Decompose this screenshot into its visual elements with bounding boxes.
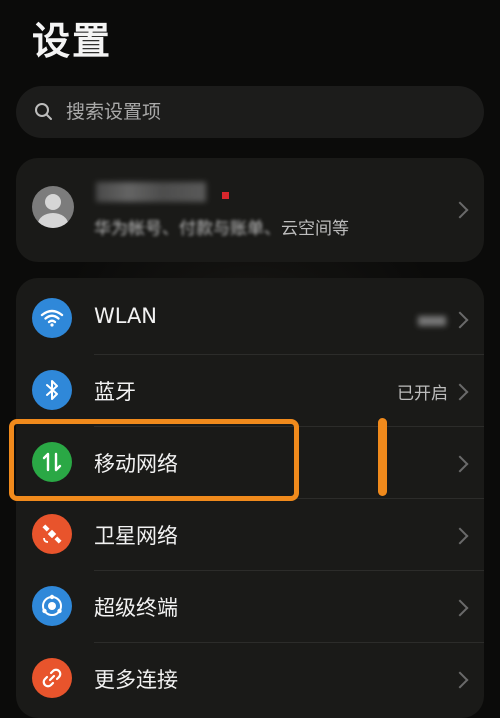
avatar-icon — [32, 186, 74, 228]
search-input[interactable] — [64, 100, 448, 124]
super-device-icon — [32, 586, 72, 626]
account-subtitle: 华为帐号、付款与账单、云空间等 — [94, 214, 349, 239]
chevron-right-icon — [451, 201, 469, 219]
account-subtitle-services: 华为帐号、付款与账单、 — [94, 219, 281, 239]
status-text: 已开启 — [397, 384, 448, 404]
settings-item-bluetooth[interactable]: 蓝牙 已开启 — [16, 354, 484, 426]
search-icon — [35, 103, 52, 120]
annotation-highlight-box — [9, 419, 299, 501]
chevron-right-icon — [451, 599, 469, 617]
settings-item-super-device[interactable]: 超级终端 — [16, 570, 484, 642]
settings-item-label: 更多连接 — [94, 668, 178, 692]
wifi-icon — [32, 298, 72, 338]
page-title: 设置 — [32, 19, 113, 63]
bluetooth-icon — [32, 370, 72, 410]
settings-item-more-connections[interactable]: 更多连接 — [16, 642, 484, 714]
account-name-redacted — [96, 182, 206, 202]
notification-dot — [222, 192, 229, 199]
settings-item-label: 卫星网络 — [94, 524, 178, 548]
annotation-highlight-mark — [378, 418, 387, 496]
search-bar[interactable] — [16, 86, 484, 138]
settings-item-satellite-network[interactable]: 卫星网络 — [16, 498, 484, 570]
chevron-right-icon — [451, 383, 469, 401]
settings-item-label: 蓝牙 — [94, 380, 136, 404]
chevron-right-icon — [451, 527, 469, 545]
link-icon — [32, 658, 72, 698]
settings-item-wlan[interactable]: WLAN — [16, 282, 484, 354]
account-card[interactable]: 华为帐号、付款与账单、云空间等 — [16, 158, 484, 262]
chevron-right-icon — [451, 311, 469, 329]
satellite-icon — [32, 514, 72, 554]
chevron-right-icon — [451, 455, 469, 473]
settings-item-label: WLAN — [94, 304, 158, 328]
wifi-network-redacted — [418, 316, 446, 326]
chevron-right-icon — [451, 671, 469, 689]
settings-item-label: 超级终端 — [94, 596, 178, 620]
account-subtitle-cloud: 云空间等 — [281, 219, 349, 239]
